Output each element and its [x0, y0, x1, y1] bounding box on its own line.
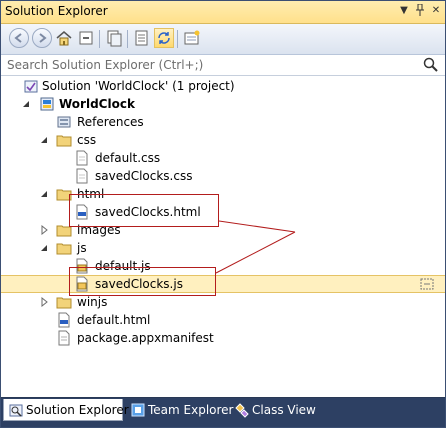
tree-item-label: default.css [95, 151, 161, 165]
team-explorer-icon [130, 402, 146, 418]
tree-item-label: js [77, 241, 87, 255]
window-title-bar: Solution Explorer ▼ ✕ [1, 1, 445, 24]
tab-label: Team Explorer [148, 403, 234, 417]
project-icon [39, 96, 55, 112]
forward-button-icon[interactable] [32, 28, 52, 48]
window-title: Solution Explorer [5, 4, 108, 18]
solution-explorer-window: Solution Explorer ▼ ✕ Search Solution Ex… [0, 0, 446, 428]
tab-class-view[interactable]: Class View [230, 399, 320, 421]
tree-item-project[interactable]: WorldClock [1, 95, 445, 113]
tree-item-folder-winjs[interactable]: winjs [1, 293, 445, 311]
tree-item-references[interactable]: References [1, 113, 445, 131]
tree-item-label: winjs [77, 295, 108, 309]
tree-item-folder-images[interactable]: images [1, 221, 445, 239]
tab-solution-explorer[interactable]: Solution Explorer [3, 399, 129, 421]
tree-item-label: Solution 'WorldClock' (1 project) [42, 79, 235, 93]
tab-label: Class View [252, 403, 316, 417]
class-view-icon [234, 402, 250, 418]
search-box[interactable]: Search Solution Explorer (Ctrl+;) [1, 55, 445, 76]
expanded-arrow-icon[interactable] [39, 188, 49, 198]
back-button-icon[interactable] [9, 28, 29, 48]
tree-item-label: css [77, 133, 97, 147]
tree-item-file-default-css[interactable]: default.css [1, 149, 445, 167]
tree-item-label: package.appxmanifest [77, 331, 214, 345]
auto-hide-pin-icon[interactable] [413, 3, 427, 18]
collapsed-arrow-icon[interactable] [39, 296, 49, 308]
tab-label: Solution Explorer [26, 403, 129, 417]
tree-item-file-savedclocks-css[interactable]: savedClocks.css [1, 167, 445, 185]
tree-item-folder-css[interactable]: css [1, 131, 445, 149]
tree-item-label: WorldClock [59, 97, 135, 111]
home-icon[interactable] [54, 28, 74, 48]
properties-icon[interactable] [132, 28, 152, 48]
search-input[interactable]: Search Solution Explorer (Ctrl+;) [7, 58, 203, 72]
annotation-highlight-savedclocks-js [69, 267, 216, 296]
expanded-arrow-icon[interactable] [39, 134, 49, 144]
tool-window-tab-strip: Solution Explorer Team Explorer Class Vi… [1, 398, 445, 427]
folder-icon [56, 132, 72, 148]
tree-item-file-default-html[interactable]: default.html [1, 311, 445, 329]
tree-item-file-package-manifest[interactable]: package.appxmanifest [1, 329, 445, 347]
preview-tab-icon[interactable] [419, 276, 435, 292]
pending-changes-icon[interactable] [182, 28, 202, 48]
toolbar-separator [99, 30, 100, 48]
annotation-highlight-savedclocks-html [69, 194, 219, 227]
tree-item-label: References [77, 115, 144, 129]
expanded-arrow-icon[interactable] [39, 242, 49, 252]
tree-item-folder-html[interactable]: html [1, 185, 445, 203]
tree-item-label: default.html [77, 313, 151, 327]
references-icon [56, 114, 72, 130]
tree-item-solution[interactable]: Solution 'WorldClock' (1 project) [1, 77, 445, 95]
toolbar-separator [177, 30, 178, 48]
tree-item-label: savedClocks.css [95, 169, 193, 183]
toolbar [1, 24, 445, 55]
solution-icon [23, 78, 39, 94]
solution-explorer-icon [8, 402, 24, 418]
tree-item-file-default-js[interactable]: default.js [1, 257, 445, 275]
solution-tree: Solution 'WorldClock' (1 project) WorldC… [1, 76, 445, 397]
sync-active-document-icon[interactable] [154, 28, 174, 48]
folder-icon [56, 240, 72, 256]
tab-team-explorer[interactable]: Team Explorer [126, 399, 234, 421]
manifest-icon [56, 330, 72, 346]
window-position-dropdown-icon[interactable]: ▼ [397, 4, 411, 18]
expanded-arrow-icon[interactable] [21, 98, 31, 108]
folder-icon [56, 294, 72, 310]
html-file-icon [56, 312, 72, 328]
tree-item-file-savedclocks-html[interactable]: savedClocks.html [1, 203, 445, 221]
collapsed-arrow-icon[interactable] [39, 224, 49, 236]
show-all-files-icon[interactable] [104, 28, 124, 48]
collapse-all-icon[interactable] [76, 28, 96, 48]
toolbar-separator [127, 30, 128, 48]
close-icon[interactable]: ✕ [429, 4, 443, 18]
tree-item-folder-js[interactable]: js [1, 239, 445, 257]
tree-item-file-savedclocks-js[interactable]: savedClocks.js [1, 275, 445, 293]
css-file-icon [74, 168, 90, 184]
search-icon[interactable] [423, 57, 439, 73]
css-file-icon [74, 150, 90, 166]
